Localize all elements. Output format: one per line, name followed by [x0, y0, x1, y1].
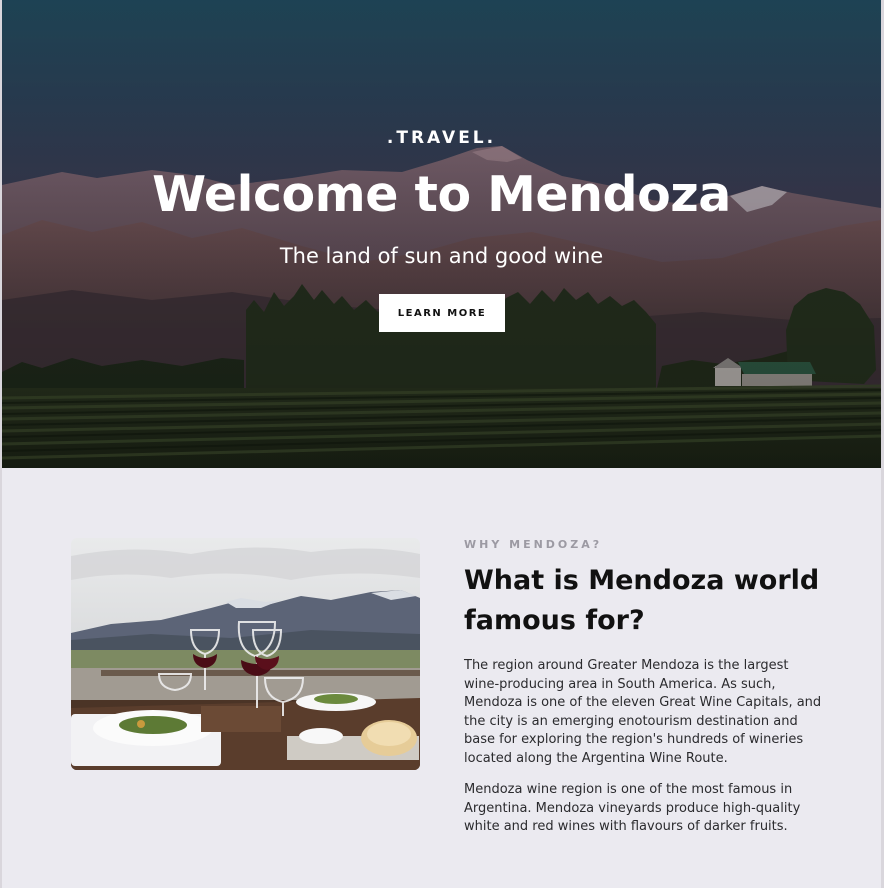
hero-title: Welcome to Mendoza [152, 166, 731, 223]
hero-section: .TRAVEL. Welcome to Mendoza The land of … [2, 0, 881, 468]
section-title: What is Mendoza world famous for? [464, 565, 820, 636]
about-paragraph: Mendoza wine region is one of the most f… [464, 782, 801, 834]
wine-table-image [71, 538, 420, 770]
about-text-column: WHY MENDOZA? What is Mendoza world famou… [464, 538, 824, 837]
page: .TRAVEL. Welcome to Mendoza The land of … [0, 0, 884, 888]
hero-eyebrow: .TRAVEL. [386, 128, 497, 148]
learn-more-button[interactable]: LEARN MORE [379, 294, 505, 332]
hero-content: .TRAVEL. Welcome to Mendoza The land of … [2, 0, 881, 468]
section-kicker: WHY MENDOZA? [464, 538, 603, 551]
about-section: WHY MENDOZA? What is Mendoza world famou… [2, 468, 881, 888]
about-paragraph: The region around Greater Mendoza is the… [464, 658, 822, 766]
wine-table-photo [71, 538, 420, 770]
hero-subtitle: The land of sun and good wine [279, 244, 604, 268]
